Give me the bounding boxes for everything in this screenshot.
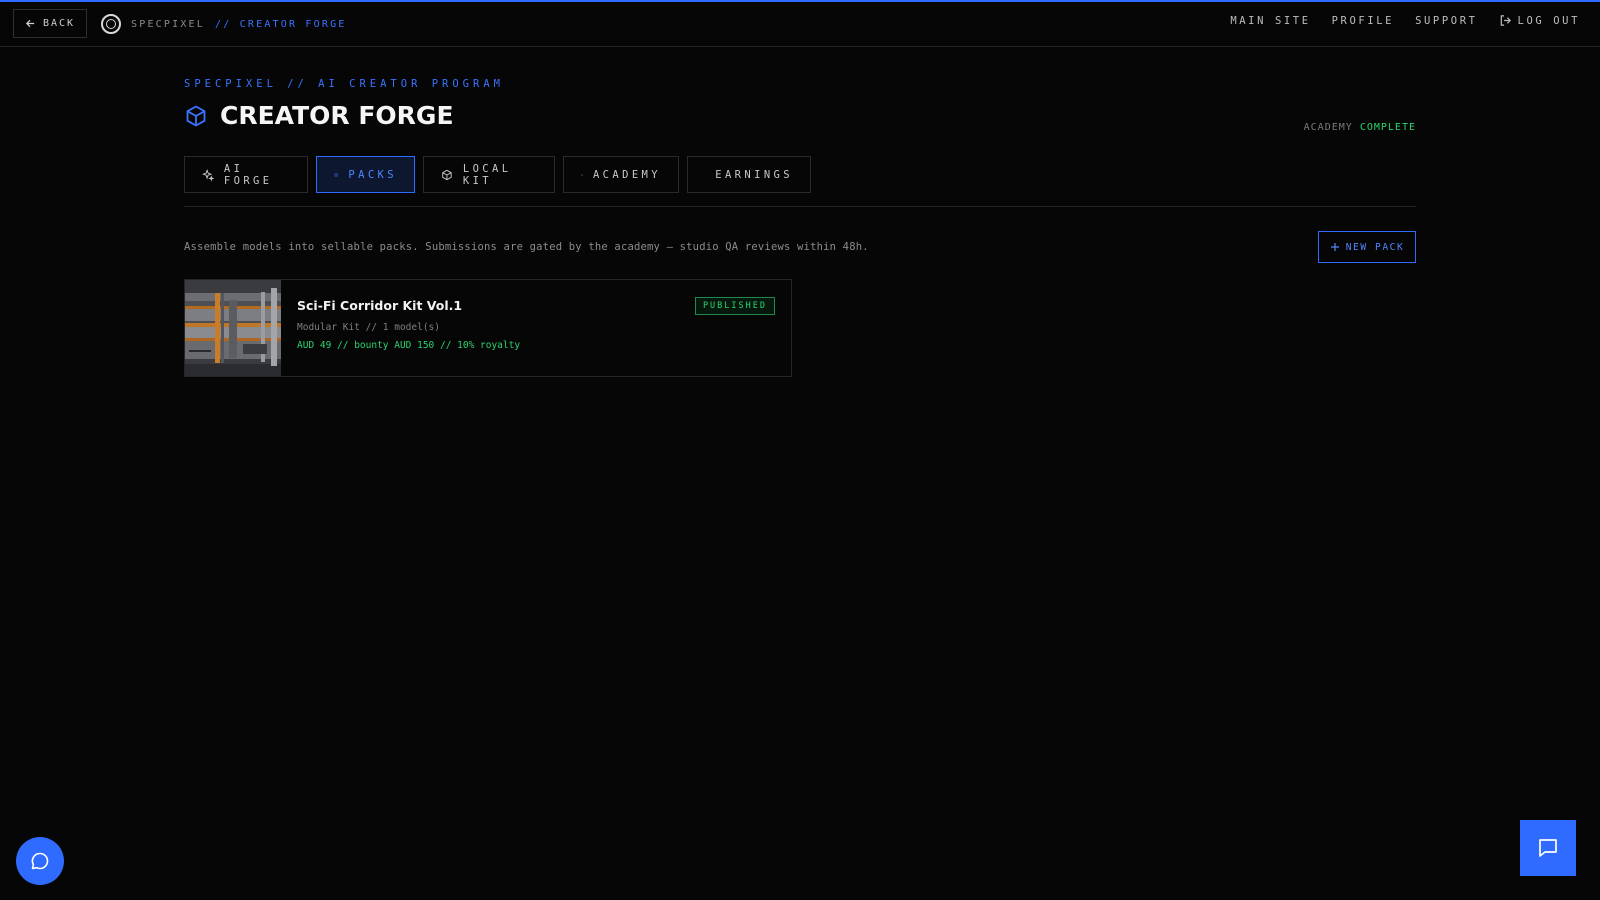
back-button[interactable]: BACK (13, 9, 87, 38)
support-chat-button[interactable] (1520, 820, 1576, 876)
sparkle-icon (202, 168, 214, 182)
tab-packs[interactable]: PACKS (316, 156, 415, 193)
logout-label: LOG OUT (1517, 14, 1580, 27)
layers-icon (334, 172, 339, 177)
new-pack-button[interactable]: NEW PACK (1318, 231, 1416, 263)
packs-toolbar: Assemble models into sellable packs. Sub… (184, 231, 1416, 263)
nav-support[interactable]: SUPPORT (1415, 15, 1477, 27)
pack-thumbnail (185, 280, 281, 376)
brand: SPECPIXEL // CREATOR FORGE (101, 14, 347, 34)
academy-status-label: ACADEMY (1303, 122, 1353, 133)
tab-ai-forge[interactable]: AI FORGE (184, 156, 308, 193)
tab-label: ACADEMY (592, 168, 661, 181)
arrow-left-icon (25, 19, 35, 28)
nav-main-site[interactable]: MAIN SITE (1230, 15, 1310, 27)
pack-pricing: AUD 49 // bounty AUD 150 // 10% royalty (297, 340, 521, 351)
top-bar: BACK SPECPIXEL // CREATOR FORGE MAIN SIT… (0, 2, 1600, 47)
pack-info: Sci-Fi Corridor Kit Vol.1 Modular Kit //… (281, 280, 791, 376)
graduation-cap-icon (581, 173, 583, 176)
academy-status-value: COMPLETE (1359, 122, 1416, 133)
nav-profile[interactable]: PROFILE (1332, 15, 1394, 27)
pack-card[interactable]: Sci-Fi Corridor Kit Vol.1 Modular Kit //… (184, 279, 792, 377)
cube-icon (186, 105, 206, 126)
status-badge: PUBLISHED (694, 297, 775, 315)
tab-local-kit[interactable]: LOCAL KIT (423, 156, 555, 193)
cube-icon (442, 169, 452, 180)
pack-meta: Modular Kit // 1 model(s) (297, 322, 440, 333)
message-square-icon (1539, 839, 1557, 857)
academy-status: ACADEMY COMPLETE (1304, 122, 1416, 133)
chat-bubble-button[interactable] (16, 837, 64, 885)
title-row: CREATOR FORGE (184, 101, 1416, 130)
logout-icon (1500, 15, 1511, 26)
plus-icon (1330, 243, 1339, 251)
tab-label: EARNINGS (715, 168, 793, 181)
tabs-divider (184, 206, 1416, 207)
program-eyebrow: SPECPIXEL // AI CREATOR PROGRAM (184, 78, 504, 90)
brand-logo-icon (101, 14, 121, 34)
tab-academy[interactable]: ACADEMY (563, 156, 679, 193)
tab-bar: AI FORGE PACKS LOCAL KIT ACADEMY EARNING… (184, 156, 1416, 193)
packs-description: Assemble models into sellable packs. Sub… (184, 241, 869, 253)
message-circle-icon (31, 852, 49, 870)
tab-earnings[interactable]: EARNINGS (687, 156, 811, 193)
main-content: SPECPIXEL // AI CREATOR PROGRAM CREATOR … (184, 78, 1416, 377)
page-title: CREATOR FORGE (220, 101, 454, 130)
pack-thumbnail-image (185, 280, 281, 376)
tab-label: LOCAL KIT (462, 162, 512, 187)
logout-button[interactable]: LOG OUT (1499, 14, 1580, 27)
top-nav: MAIN SITE PROFILE SUPPORT LOG OUT (1230, 14, 1580, 27)
brand-section: // CREATOR FORGE (215, 18, 347, 30)
brand-name: SPECPIXEL (131, 18, 205, 30)
back-label: BACK (42, 18, 76, 29)
new-pack-label: NEW PACK (1345, 241, 1405, 253)
tab-label: PACKS (348, 168, 397, 181)
tab-label: AI FORGE (223, 162, 273, 187)
